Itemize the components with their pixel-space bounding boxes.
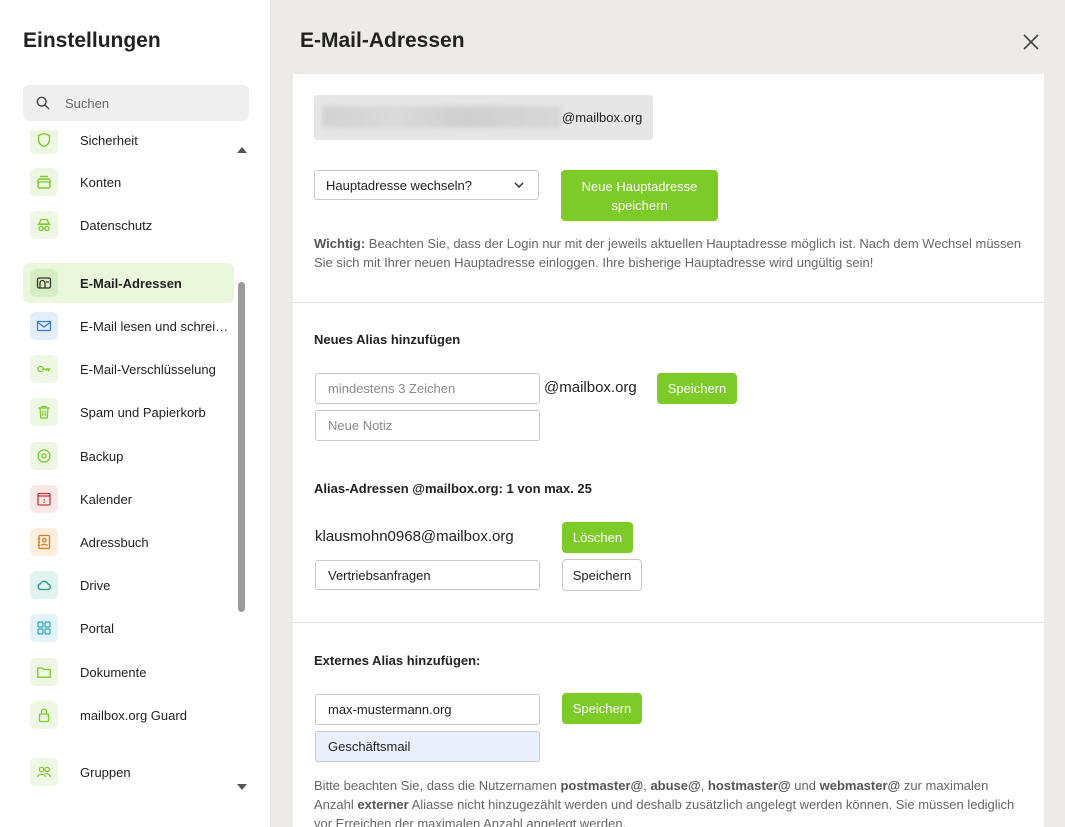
cloud-icon xyxy=(30,571,58,599)
sidebar-item-label: E-Mail-Verschlüsselung xyxy=(80,361,216,377)
sidebar-item-documents[interactable]: Dokumente xyxy=(23,652,234,692)
page-title: E-Mail-Adressen xyxy=(300,29,465,52)
alias-address: klausmohn0968@mailbox.org xyxy=(315,528,514,545)
calendar-day: 3 xyxy=(42,499,45,505)
info-strong: abuse@ xyxy=(650,778,701,793)
external-note-input[interactable] xyxy=(315,731,540,762)
save-primary-button[interactable]: Neue Hauptadresse speichern xyxy=(561,170,718,221)
primary-address-domain: @mailbox.org xyxy=(562,110,643,125)
sidebar-item-label: Konten xyxy=(80,174,122,190)
alias-name-input[interactable] xyxy=(315,373,540,404)
sidebar-item-label: mailbox.org Guard xyxy=(80,707,187,723)
delete-alias-button[interactable]: Löschen xyxy=(562,522,633,553)
sidebar-item-accounts[interactable]: Konten xyxy=(23,162,234,202)
sidebar-item-label: Backup xyxy=(80,448,124,464)
scroll-thumb[interactable] xyxy=(238,282,245,612)
sidebar-scrollbar[interactable] xyxy=(236,145,247,795)
sidebar-item-label: Sicherheit xyxy=(80,132,138,148)
sidebar-item-email-addresses[interactable]: E-Mail-Adressen xyxy=(23,263,234,303)
chevron-down-icon xyxy=(514,182,524,189)
info-text: Aliasse nicht hinzugezählt werden und de… xyxy=(314,797,1015,827)
redacted-username xyxy=(322,106,562,128)
sidebar-item-security[interactable]: Sicherheit xyxy=(23,130,234,160)
external-alias-heading: Externes Alias hinzufügen: xyxy=(314,653,481,668)
sidebar-item-groups[interactable]: Gruppen xyxy=(23,752,234,792)
sidebar-item-portal[interactable]: Portal xyxy=(23,608,234,648)
alias-list-heading: Alias-Adressen @mailbox.org: 1 von max. … xyxy=(314,481,592,496)
alias-note-input[interactable] xyxy=(315,410,540,441)
search-icon xyxy=(36,96,50,110)
group-icon xyxy=(30,758,58,786)
settings-sidebar: Einstellungen Sicherheit Konten Datensch… xyxy=(0,0,271,827)
sidebar-item-label: E-Mail-Adressen xyxy=(80,275,182,291)
info-strong: webmaster@ xyxy=(819,778,901,793)
section-divider xyxy=(293,622,1044,623)
settings-nav: Sicherheit Konten Datenschutz E-Mail-Adr… xyxy=(0,130,236,795)
lock-icon xyxy=(30,701,58,729)
key-icon xyxy=(30,355,58,383)
sidebar-item-address-book[interactable]: Adressbuch xyxy=(23,522,234,562)
envelope-icon xyxy=(30,312,58,340)
change-primary-select-value: Hauptadresse wechseln? xyxy=(326,177,472,193)
info-text: , xyxy=(700,778,708,793)
external-domain-input[interactable] xyxy=(315,694,540,725)
info-text: Bitte beachten Sie, dass die Nutzernamen xyxy=(314,778,561,793)
change-primary-select[interactable]: Hauptadresse wechseln? xyxy=(314,170,539,200)
sidebar-item-mail-encryption[interactable]: E-Mail-Verschlüsselung xyxy=(23,349,234,389)
sidebar-item-mail-read-write[interactable]: E-Mail lesen und schreiben xyxy=(23,306,234,346)
folder-icon xyxy=(30,658,58,686)
shield-icon xyxy=(30,130,58,154)
info-text: und xyxy=(790,778,820,793)
incognito-icon xyxy=(30,211,58,239)
sidebar-item-guard[interactable]: mailbox.org Guard xyxy=(23,695,234,735)
sidebar-item-label: Spam und Papierkorb xyxy=(80,404,206,420)
sidebar-item-calendar[interactable]: 3 Kalender xyxy=(23,479,234,519)
trash-icon xyxy=(30,398,58,426)
sidebar-item-label: Datenschutz xyxy=(80,217,153,233)
alias-note-field[interactable] xyxy=(315,560,540,590)
section-divider xyxy=(293,302,1044,303)
scroll-down-arrow-icon[interactable] xyxy=(237,784,247,790)
calendar-icon: 3 xyxy=(30,485,58,513)
primary-address-display: @mailbox.org xyxy=(314,95,653,140)
search-input[interactable] xyxy=(65,95,235,111)
sidebar-item-backup[interactable]: Backup xyxy=(23,436,234,476)
info-strong: postmaster@ xyxy=(560,778,644,793)
sidebar-item-label: Adressbuch xyxy=(80,534,149,550)
backup-icon xyxy=(30,442,58,470)
sidebar-item-spam-trash[interactable]: Spam und Papierkorb xyxy=(23,392,234,432)
new-alias-heading: Neues Alias hinzufügen xyxy=(314,332,461,347)
sidebar-item-label: Dokumente xyxy=(80,664,147,680)
sidebar-item-label: Portal xyxy=(80,620,114,636)
grid-icon xyxy=(30,614,58,642)
warning-label: Wichtig: xyxy=(314,236,366,251)
sidebar-item-label: Kalender xyxy=(80,491,133,507)
sidebar-item-label: E-Mail lesen und schreiben xyxy=(80,318,232,334)
settings-panel: @mailbox.org Hauptadresse wechseln? Neue… xyxy=(293,74,1044,827)
alias-domain-label: @mailbox.org xyxy=(544,379,637,396)
primary-warning-note: Wichtig: Beachten Sie, dass der Login nu… xyxy=(314,234,1026,272)
sidebar-title: Einstellungen xyxy=(23,29,161,52)
search-box[interactable] xyxy=(23,85,249,121)
external-alias-info-note: Bitte beachten Sie, dass die Nutzernamen… xyxy=(314,776,1026,827)
address-card-icon xyxy=(30,269,58,297)
save-alias-note-button[interactable]: Speichern xyxy=(562,559,642,591)
info-strong: hostmaster@ xyxy=(707,778,791,793)
info-strong: externer xyxy=(357,797,409,812)
sidebar-item-privacy[interactable]: Datenschutz xyxy=(23,205,234,245)
contacts-icon xyxy=(30,528,58,556)
sidebar-item-label: Drive xyxy=(80,577,111,593)
scroll-up-arrow-icon[interactable] xyxy=(237,147,247,153)
warning-text: Beachten Sie, dass der Login nur mit der… xyxy=(314,236,1022,270)
close-icon[interactable] xyxy=(1020,31,1042,53)
sidebar-item-drive[interactable]: Drive xyxy=(23,565,234,605)
sidebar-item-label: Gruppen xyxy=(80,764,131,780)
accounts-icon xyxy=(30,168,58,196)
save-external-alias-button[interactable]: Speichern xyxy=(562,693,642,724)
save-alias-button[interactable]: Speichern xyxy=(657,373,737,404)
